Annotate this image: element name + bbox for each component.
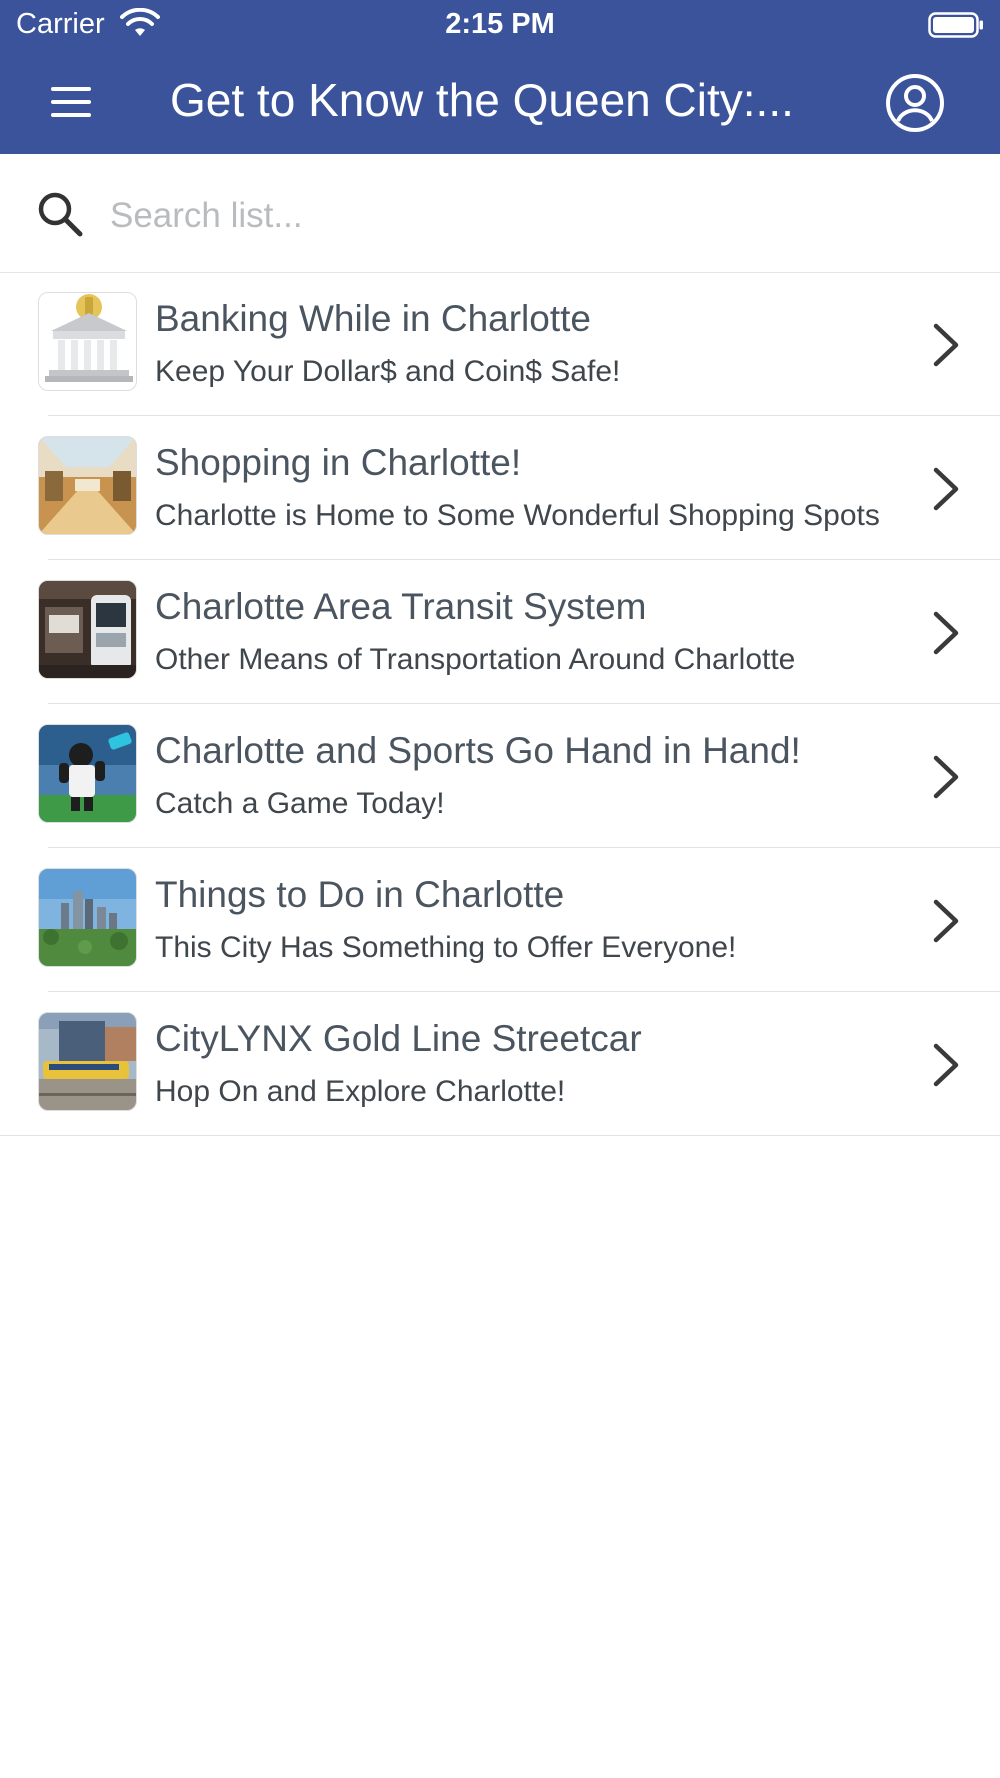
list-item-title: Charlotte and Sports Go Hand in Hand!	[155, 730, 801, 771]
list-item[interactable]: CityLYNX Gold Line Streetcar Hop On and …	[0, 992, 1000, 1136]
bus-station-image	[38, 580, 137, 679]
list-item-subtitle: Hop On and Explore Charlotte!	[155, 1075, 566, 1108]
chevron-right-icon	[933, 899, 959, 943]
chevron-right-icon	[933, 467, 959, 511]
app-header: Carrier 2:15 PM Get to Know the Queen Ci…	[0, 0, 1000, 154]
list-item[interactable]: Things to Do in Charlotte This City Has …	[0, 848, 1000, 992]
list-item-subtitle: Other Means of Transportation Around Cha…	[155, 643, 796, 676]
hamburger-menu-icon[interactable]	[44, 78, 100, 126]
sports-mascot-image	[38, 724, 137, 823]
list-item-title: Shopping in Charlotte!	[155, 442, 522, 483]
account-circle-icon[interactable]	[884, 72, 946, 134]
chevron-right-icon	[933, 1043, 959, 1087]
battery-icon	[928, 12, 983, 38]
shopping-mall-image	[38, 436, 137, 535]
streetcar-image	[38, 1012, 137, 1111]
chevron-right-icon	[933, 323, 959, 367]
chevron-right-icon	[933, 611, 959, 655]
list-divider	[0, 1135, 1000, 1136]
list-item[interactable]: Shopping in Charlotte! Charlotte is Home…	[0, 416, 1000, 560]
list-item-subtitle: This City Has Something to Offer Everyon…	[155, 931, 737, 964]
search-input[interactable]	[108, 190, 972, 242]
list-item-title: Banking While in Charlotte	[155, 298, 591, 339]
city-skyline-image	[38, 868, 137, 967]
list-item-title: Charlotte Area Transit System	[155, 586, 647, 627]
list-item-subtitle: Charlotte is Home to Some Wonderful Shop…	[155, 499, 880, 532]
search-icon	[38, 192, 83, 237]
list-item[interactable]: Banking While in Charlotte Keep Your Dol…	[0, 272, 1000, 416]
bank-building-image	[38, 292, 137, 391]
list-item-subtitle: Keep Your Dollar$ and Coin$ Safe!	[155, 355, 621, 388]
status-bar: Carrier 2:15 PM	[0, 0, 1000, 50]
list-item[interactable]: Charlotte and Sports Go Hand in Hand! Ca…	[0, 704, 1000, 848]
list-item-subtitle: Catch a Game Today!	[155, 787, 445, 820]
chevron-right-icon	[933, 755, 959, 799]
status-time: 2:15 PM	[445, 8, 555, 40]
content-list: Banking While in Charlotte Keep Your Dol…	[0, 272, 1000, 1136]
list-item-title: Things to Do in Charlotte	[155, 874, 565, 915]
list-item[interactable]: Charlotte Area Transit System Other Mean…	[0, 560, 1000, 704]
page-title: Get to Know the Queen City:...	[170, 74, 794, 126]
list-item-title: CityLYNX Gold Line Streetcar	[155, 1018, 642, 1059]
